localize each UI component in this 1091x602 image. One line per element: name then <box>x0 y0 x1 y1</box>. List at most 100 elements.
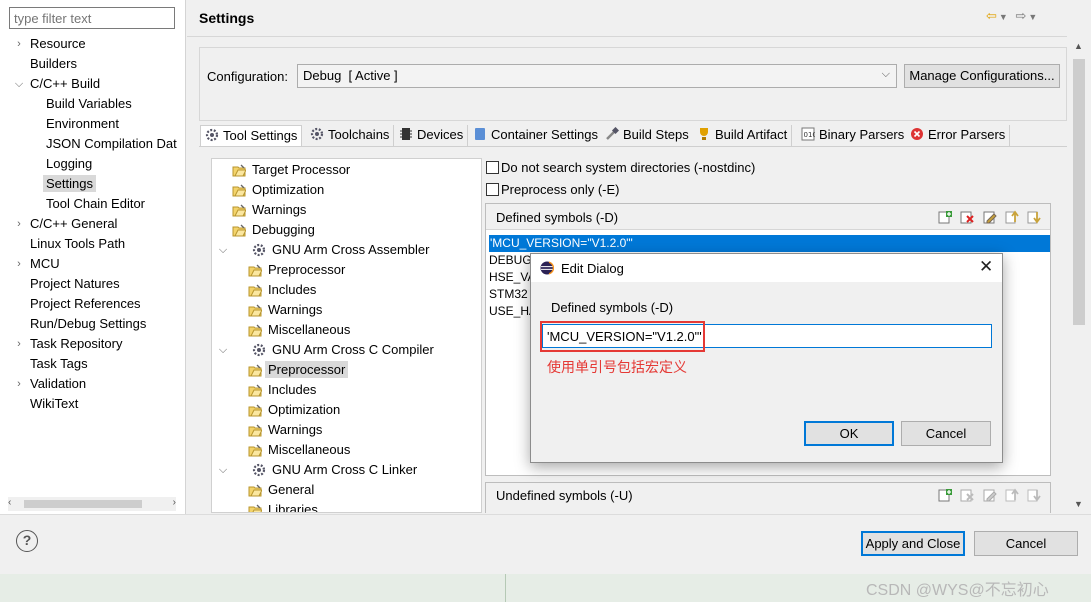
tree-item[interactable]: Project Natures <box>30 274 120 294</box>
scroll-down-icon[interactable]: ▼ <box>1074 499 1083 509</box>
tab-tool-settings[interactable]: Tool Settings <box>200 125 303 147</box>
tree-item[interactable]: C/C++ General <box>30 214 117 234</box>
tree-item[interactable]: Build Variables <box>46 94 132 114</box>
back-arrow-icon[interactable]: ⇦ <box>986 8 999 23</box>
tool-option-node[interactable]: Libraries <box>248 500 318 512</box>
forward-menu-icon[interactable]: ▼ <box>1028 12 1039 22</box>
tool-node[interactable]: GNU Arm Cross Assembler <box>252 240 429 260</box>
move-up-icon[interactable] <box>1005 488 1019 502</box>
tool-option-node[interactable]: Optimization <box>248 400 340 420</box>
scrollbar-thumb[interactable] <box>24 500 142 508</box>
tab-binary-parsers[interactable]: 010 Binary Parsers <box>797 125 910 147</box>
tool-node[interactable]: GNU Arm Cross C Linker <box>252 460 417 480</box>
tool-option-node[interactable]: Miscellaneous <box>248 440 350 460</box>
back-menu-icon[interactable]: ▼ <box>999 12 1010 22</box>
move-down-icon[interactable] <box>1027 488 1041 502</box>
cancel-button[interactable]: Cancel <box>974 531 1078 556</box>
tab-error-parsers[interactable]: Error Parsers <box>906 125 1011 147</box>
forward-arrow-icon[interactable]: ⇨ <box>1015 8 1028 23</box>
tool-option-node[interactable]: Debugging <box>232 220 315 240</box>
tool-node[interactable]: GNU Arm Cross C Compiler <box>252 340 434 360</box>
add-icon[interactable] <box>938 210 952 224</box>
expand-open-icon[interactable]: ⌵ <box>14 74 24 94</box>
tab-label: Devices <box>417 127 464 142</box>
tab-build-artifact[interactable]: Build Artifact <box>693 125 793 147</box>
tree-item[interactable]: Validation <box>30 374 86 394</box>
symbol-list-item[interactable]: HSE_VA <box>489 269 535 286</box>
edit-icon[interactable] <box>983 210 997 224</box>
expand-closed-icon[interactable]: › <box>14 34 24 54</box>
tree-item[interactable]: Settings <box>43 174 96 194</box>
tree-item[interactable]: C/C++ Build <box>30 74 100 94</box>
expand-closed-icon[interactable]: › <box>14 334 24 354</box>
chevron-down-icon[interactable]: ⌵ <box>882 68 890 81</box>
tree-item[interactable]: Resource <box>30 34 86 54</box>
configuration-select[interactable]: Debug [ Active ] ⌵ <box>297 64 897 88</box>
move-up-icon[interactable] <box>1005 210 1019 224</box>
symbol-list-item[interactable]: DEBUG <box>489 252 532 269</box>
symbol-list-item[interactable]: STM32 <box>489 286 528 303</box>
tree-item[interactable]: MCU <box>30 254 60 274</box>
tool-option-node[interactable]: Miscellaneous <box>248 320 350 340</box>
help-icon[interactable]: ? <box>16 530 38 552</box>
tree-item[interactable]: WikiText <box>30 394 78 414</box>
close-icon[interactable]: ✕ <box>979 257 993 277</box>
tree-item[interactable]: Tool Chain Editor <box>46 194 145 214</box>
tool-option-node[interactable]: Includes <box>248 380 316 400</box>
scroll-right-icon[interactable]: › <box>173 497 176 508</box>
tab-devices[interactable]: Devices <box>395 125 469 147</box>
scroll-up-icon[interactable]: ▲ <box>1074 41 1083 51</box>
expand-open-icon[interactable]: ⌵ <box>218 340 228 360</box>
scrollbar-thumb[interactable] <box>1073 59 1085 325</box>
filter-input[interactable] <box>9 7 175 29</box>
tool-option-node[interactable]: Target Processor <box>232 160 350 180</box>
tool-option-node[interactable]: Preprocessor <box>248 360 349 380</box>
edit-icon[interactable] <box>983 488 997 502</box>
expand-open-icon[interactable]: ⌵ <box>218 240 228 260</box>
tool-option-node[interactable]: Includes <box>248 280 316 300</box>
tab-build-steps[interactable]: Build Steps <box>601 125 694 147</box>
tree-item[interactable]: JSON Compilation Dat <box>46 134 177 154</box>
scroll-left-icon[interactable]: ‹ <box>8 497 11 508</box>
dialog-cancel-button[interactable]: Cancel <box>901 421 991 446</box>
tree-horizontal-scrollbar[interactable]: ‹ › <box>8 497 176 511</box>
expand-closed-icon[interactable]: › <box>14 254 24 274</box>
tree-item-label: Builders <box>30 56 77 71</box>
tool-option-node[interactable]: Preprocessor <box>248 260 345 280</box>
tab-label: Build Artifact <box>715 127 788 142</box>
tool-option-node[interactable]: Warnings <box>232 200 306 220</box>
tree-item[interactable]: Logging <box>46 154 92 174</box>
apply-and-close-button[interactable]: Apply and Close <box>861 531 965 556</box>
tree-item-label: Resource <box>30 36 86 51</box>
tree-item-label: JSON Compilation Dat <box>46 136 177 151</box>
tree-item[interactable]: Task Repository <box>30 334 122 354</box>
options-folder-icon <box>248 262 268 277</box>
move-down-icon[interactable] <box>1027 210 1041 224</box>
delete-icon[interactable] <box>960 488 974 502</box>
tool-option-node[interactable]: Warnings <box>248 300 322 320</box>
tree-item[interactable]: Environment <box>46 114 119 134</box>
tab-container-settings[interactable]: Container Settings <box>469 125 603 147</box>
symbol-list-item[interactable]: 'MCU_VERSION="V1.2.0"' <box>489 235 1050 252</box>
tool-option-node[interactable]: Warnings <box>248 420 322 440</box>
ok-button[interactable]: OK <box>804 421 894 446</box>
devices-icon <box>399 127 417 142</box>
add-icon[interactable] <box>938 488 952 502</box>
tree-item[interactable]: Task Tags <box>30 354 88 374</box>
nostdinc-checkbox[interactable] <box>486 161 499 174</box>
tree-item[interactable]: Builders <box>30 54 77 74</box>
tree-item[interactable]: Project References <box>30 294 141 314</box>
expand-open-icon[interactable]: ⌵ <box>218 460 228 480</box>
expand-closed-icon[interactable]: › <box>14 214 24 234</box>
content-vertical-scrollbar[interactable]: ▲ ▼ <box>1069 37 1089 513</box>
manage-configurations-button[interactable]: Manage Configurations... <box>904 64 1060 88</box>
tree-item[interactable]: Linux Tools Path <box>30 234 125 254</box>
expand-closed-icon[interactable]: › <box>14 374 24 394</box>
tab-label: Build Steps <box>623 127 689 142</box>
preprocess-only-checkbox[interactable] <box>486 183 499 196</box>
tool-option-node[interactable]: Optimization <box>232 180 324 200</box>
delete-icon[interactable] <box>960 210 974 224</box>
tool-option-node[interactable]: General <box>248 480 314 500</box>
tab-toolchains[interactable]: Toolchains <box>306 125 395 147</box>
tree-item[interactable]: Run/Debug Settings <box>30 314 146 334</box>
